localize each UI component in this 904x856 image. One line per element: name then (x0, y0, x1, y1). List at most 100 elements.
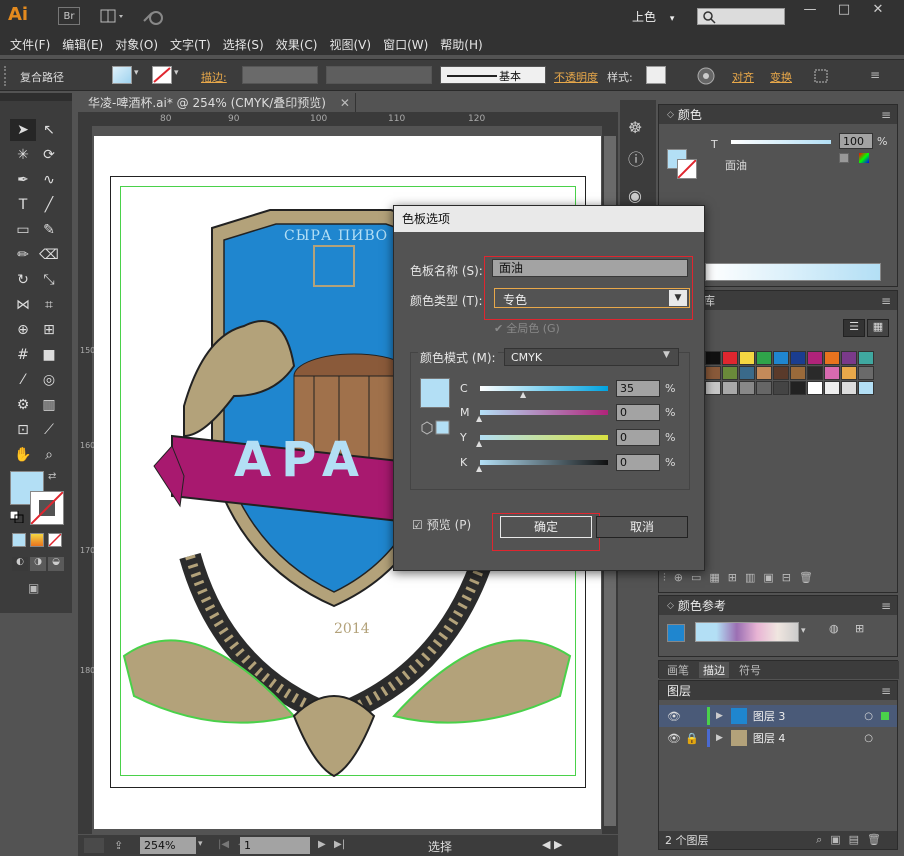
cancel-button[interactable]: 取消 (596, 516, 688, 538)
swatch[interactable] (722, 366, 738, 380)
stroke-label[interactable]: 描边: (201, 69, 227, 85)
rectangle-tool-icon[interactable]: ▭ (10, 219, 36, 241)
zoom-level-field[interactable]: 254% (140, 837, 196, 854)
global-color-checkbox[interactable]: ✔ 全局色 (G) (494, 320, 560, 336)
chevron-down-icon[interactable]: ▾ (198, 839, 203, 849)
swatch[interactable] (824, 351, 840, 365)
stroke-weight-field[interactable] (242, 66, 318, 84)
screen-mode-icon[interactable]: ▣ (28, 581, 50, 597)
base-color-swatch[interactable] (667, 624, 685, 642)
target-circle-icon[interactable]: ○ (864, 711, 873, 722)
swatch[interactable] (773, 366, 789, 380)
align-link[interactable]: 对齐 (732, 69, 754, 85)
mesh-tool-icon[interactable]: # (10, 344, 36, 366)
menu-select[interactable]: 选择(S) (223, 36, 264, 53)
type-tool-icon[interactable]: T (10, 194, 36, 216)
tint-slider[interactable] (731, 140, 831, 144)
draw-normal-icon[interactable]: ◐ (12, 557, 28, 571)
yellow-slider[interactable] (480, 435, 608, 440)
pen-tool-icon[interactable]: ✒ (10, 169, 36, 191)
artboard-tool-icon[interactable]: ⊡ (10, 419, 36, 441)
slider-handle-icon[interactable]: ▲ (476, 414, 482, 423)
layer-row[interactable]: 👁 ▶ 图层 3 ○ (659, 705, 897, 727)
last-artboard-icon[interactable]: ▶| (334, 839, 345, 850)
white-swatch-icon[interactable] (839, 153, 849, 163)
panel-menu-icon[interactable]: ≡ (881, 108, 891, 122)
swatch[interactable] (705, 381, 721, 395)
target-circle-icon[interactable]: ○ (864, 733, 873, 744)
swatch[interactable] (807, 351, 823, 365)
preview-checkbox[interactable]: ☑ 预览 (P) (412, 516, 471, 533)
isolate-selection-icon[interactable] (812, 67, 830, 85)
swatch[interactable] (756, 351, 772, 365)
swatch[interactable] (790, 366, 806, 380)
chevron-down-icon[interactable]: ▾ (174, 68, 184, 82)
slider-handle-icon[interactable]: ▲ (520, 390, 526, 399)
paintbrush-tool-icon[interactable]: ✎ (36, 219, 62, 241)
menu-window[interactable]: 窗口(W) (383, 36, 428, 53)
maximize-button[interactable]: □ (830, 2, 858, 20)
layer-row[interactable]: 👁 🔒 ▶ 图层 4 ○ (659, 727, 897, 749)
swatch[interactable] (756, 381, 772, 395)
magenta-value-input[interactable]: 0 (616, 404, 660, 421)
direct-selection-tool-icon[interactable]: ↖ (36, 119, 62, 141)
edit-colors-icon[interactable]: ◍ (829, 622, 847, 640)
free-transform-tool-icon[interactable]: ⌗ (36, 294, 62, 316)
shape-builder-tool-icon[interactable]: ⊕ (10, 319, 36, 341)
swatch[interactable] (841, 351, 857, 365)
swatch[interactable] (858, 381, 874, 395)
stroke-color-box[interactable] (30, 491, 64, 525)
slice-tool-icon[interactable]: ⟋ (36, 419, 62, 441)
line-tool-icon[interactable]: ╱ (36, 194, 62, 216)
symbols-tab[interactable]: 符号 (739, 662, 761, 678)
swatch[interactable] (807, 366, 823, 380)
blend-tool-icon[interactable]: ◎ (36, 369, 62, 391)
gradient-tool-icon[interactable]: ■ (36, 344, 62, 366)
swatch[interactable] (824, 366, 840, 380)
brush-profile-dropdown[interactable]: 基本 (440, 66, 546, 84)
opacity-label[interactable]: 不透明度 (554, 69, 598, 85)
help-search-input[interactable] (697, 8, 785, 25)
close-tab-icon[interactable]: ✕ (340, 96, 350, 110)
horizontal-ruler[interactable]: 80 90 100 110 120 (78, 112, 618, 126)
variable-width-dropdown[interactable] (326, 66, 432, 84)
zoom-tool-icon[interactable]: ⌕ (36, 444, 62, 466)
swatch[interactable] (790, 381, 806, 395)
swatch[interactable] (705, 351, 721, 365)
draw-inside-icon[interactable]: ◒ (48, 557, 64, 571)
menu-effect[interactable]: 效果(C) (276, 36, 318, 53)
brushes-tab[interactable]: 画笔 (667, 662, 689, 678)
cyan-slider[interactable] (480, 386, 608, 391)
menu-object[interactable]: 对象(O) (115, 36, 158, 53)
swatch[interactable] (773, 381, 789, 395)
cyan-value-input[interactable]: 35 (616, 380, 660, 397)
status-arrows-icon[interactable]: ◀ ▶ (542, 838, 562, 851)
transform-link[interactable]: 变换 (770, 69, 792, 85)
hand-tool-icon[interactable]: ✋ (10, 444, 36, 466)
panel-menu-icon[interactable]: ≡ (881, 599, 891, 613)
panel-menu-icon[interactable]: ≡ (881, 294, 891, 308)
vertical-ruler[interactable]: 150 160 170 180 (78, 126, 95, 834)
panel-menu-icon[interactable]: ≡ (881, 684, 891, 698)
swatch[interactable] (858, 366, 874, 380)
swatch[interactable] (756, 366, 772, 380)
gradient-mode-button[interactable] (30, 533, 44, 547)
black-slider[interactable] (480, 460, 608, 465)
swatch-panel-footer-icons[interactable]: ⫶⊕▭▦⊞▥▣⊟🗑 (663, 571, 893, 589)
slider-handle-icon[interactable]: ▲ (476, 439, 482, 448)
harmony-rules-swatch[interactable] (695, 622, 799, 642)
swatch[interactable] (807, 381, 823, 395)
swatch[interactable] (739, 381, 755, 395)
chevron-down-icon[interactable]: ▾ (801, 626, 806, 636)
swatch[interactable] (841, 381, 857, 395)
color-type-select[interactable]: 专色 ▼ (494, 288, 690, 308)
info-panel-icon[interactable]: ⓘ (628, 146, 648, 169)
swap-fill-stroke-icon[interactable]: ⇄ (48, 471, 62, 483)
first-artboard-icon[interactable]: |◀ (218, 839, 229, 850)
scale-tool-icon[interactable]: ⤡ (36, 269, 62, 291)
swatch[interactable] (790, 351, 806, 365)
chevron-down-icon[interactable]: ▾ (134, 68, 144, 82)
column-graph-tool-icon[interactable]: ▥ (36, 394, 62, 416)
pencil-tool-icon[interactable]: ✏ (10, 244, 36, 266)
menu-help[interactable]: 帮助(H) (440, 36, 482, 53)
